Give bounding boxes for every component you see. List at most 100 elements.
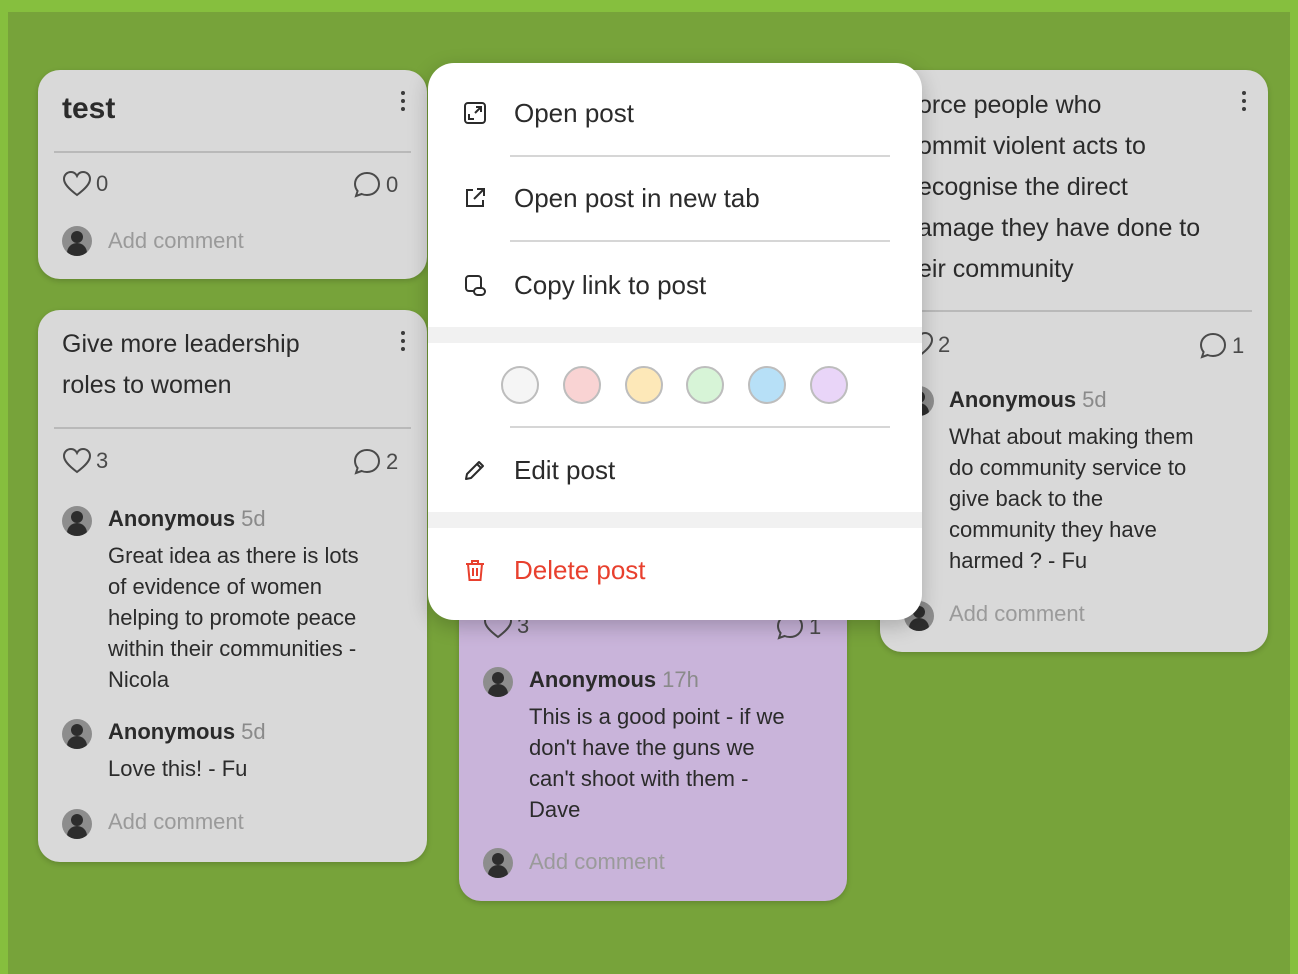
comment-line: community they have <box>949 517 1157 542</box>
post-title-line: ommit violent acts to <box>918 132 1146 160</box>
right-edge <box>1290 0 1298 974</box>
comment-author-name: Anonymous <box>529 667 657 692</box>
menu-divider <box>510 155 890 157</box>
delete-post-label: Delete post <box>514 554 646 585</box>
open-post-icon <box>460 98 490 128</box>
avatar-icon <box>62 226 92 256</box>
color-swatch-green[interactable] <box>686 366 724 404</box>
comment-icon <box>353 171 381 198</box>
trash-icon <box>460 555 490 585</box>
comment-line: What about making them <box>949 424 1194 449</box>
post-title: Give more leadership roles to women <box>62 324 300 406</box>
post-title-line: amage they have done to <box>918 214 1201 242</box>
comment-author: Anonymous 5d <box>108 719 266 745</box>
color-swatch-yellow[interactable] <box>625 366 663 404</box>
color-swatch-white[interactable] <box>501 366 539 404</box>
heart-icon <box>62 170 92 197</box>
comment-count: 0 <box>386 172 399 197</box>
comment-line: within their communities - <box>108 636 357 661</box>
like-count: 2 <box>938 332 951 357</box>
left-edge <box>0 0 8 974</box>
like-button[interactable]: 3 <box>62 447 108 475</box>
menu-section-gap <box>428 327 922 343</box>
post-title-line: roles to women <box>62 371 232 399</box>
comment-body: Love this! - Fu <box>108 753 247 784</box>
delete-post-menu-item[interactable]: Delete post <box>428 540 922 600</box>
comment-line: Nicola <box>108 667 170 692</box>
add-comment-input[interactable]: Add comment <box>108 228 244 254</box>
comment-author-name: Anonymous <box>108 506 236 531</box>
comment-count-button[interactable]: 1 <box>1198 331 1244 361</box>
kebab-icon[interactable] <box>1234 86 1254 116</box>
comment-count: 2 <box>386 449 399 474</box>
comment-author: Anonymous 17h <box>529 667 699 693</box>
avatar-icon <box>483 848 513 878</box>
pencil-icon <box>460 455 490 485</box>
comment-body: Great idea as there is lots of evidence … <box>108 540 359 695</box>
comment-author: Anonymous 5d <box>108 506 266 532</box>
avatar-icon <box>62 719 92 749</box>
copy-link-label: Copy link to post <box>514 269 707 300</box>
comment-count-button[interactable]: 2 <box>352 447 398 477</box>
divider <box>54 427 411 429</box>
color-swatch-red[interactable] <box>563 366 601 404</box>
comment-time: 17h <box>662 667 699 692</box>
external-link-icon <box>460 183 490 213</box>
menu-divider <box>510 240 890 242</box>
comment-time: 5d <box>241 719 266 744</box>
avatar-icon <box>483 667 513 697</box>
comment-author: Anonymous 5d <box>949 387 1107 413</box>
comment-author-name: Anonymous <box>949 387 1077 412</box>
kebab-icon[interactable] <box>393 86 413 116</box>
add-comment-input[interactable]: Add comment <box>529 849 665 875</box>
copy-link-icon <box>460 270 490 300</box>
comment-line: helping to promote peace <box>108 605 357 630</box>
post-title-line: orce people who <box>918 91 1102 119</box>
post-title: orce people who ommit violent acts to ec… <box>918 85 1200 290</box>
add-comment-input[interactable]: Add comment <box>108 809 244 835</box>
like-button[interactable]: 0 <box>62 170 108 198</box>
copy-link-menu-item[interactable]: Copy link to post <box>428 255 922 315</box>
avatar-icon <box>62 506 92 536</box>
open-new-tab-label: Open post in new tab <box>514 182 760 213</box>
open-post-menu-item[interactable]: Open post <box>428 83 922 143</box>
comment-icon <box>353 448 381 475</box>
comment-time: 5d <box>241 506 266 531</box>
comment-body: What about making them do community serv… <box>949 421 1194 576</box>
open-post-label: Open post <box>514 97 634 128</box>
kebab-icon[interactable] <box>393 326 413 356</box>
comment-line: Love this! - Fu <box>108 756 248 781</box>
post-title: test <box>62 92 116 125</box>
comment-count: 1 <box>1232 333 1245 358</box>
menu-section-gap <box>428 512 922 528</box>
color-swatch-purple[interactable] <box>810 366 848 404</box>
post-context-menu: Open post Open post in new tab Copy link… <box>428 63 922 620</box>
post-title-line: Give more leadership <box>62 330 300 358</box>
comment-line: don't have the guns we <box>529 735 755 760</box>
edit-post-menu-item[interactable]: Edit post <box>428 440 922 500</box>
comment-line: do community service to <box>949 455 1187 480</box>
edit-post-label: Edit post <box>514 454 616 485</box>
comment-line: can't shoot with them - <box>529 766 749 791</box>
post-card-test[interactable]: test 0 0 Add comment <box>38 70 427 279</box>
like-count: 0 <box>96 171 109 196</box>
comment-count-button[interactable]: 0 <box>352 170 398 200</box>
comment-line: harmed ? - Fu <box>949 548 1088 573</box>
comment-line: This is a good point - if we <box>529 704 785 729</box>
comment-author-name: Anonymous <box>108 719 236 744</box>
comment-body: This is a good point - if we don't have … <box>529 701 785 825</box>
add-comment-input[interactable]: Add comment <box>949 601 1085 627</box>
post-card-violent-acts[interactable]: orce people who ommit violent acts to ec… <box>880 70 1268 652</box>
comment-time: 5d <box>1082 387 1107 412</box>
divider <box>54 151 411 153</box>
post-title-line: eir community <box>918 255 1074 283</box>
post-card-leadership[interactable]: Give more leadership roles to women 3 2 … <box>38 310 427 862</box>
color-swatch-blue[interactable] <box>748 366 786 404</box>
comment-line: Dave <box>529 797 581 822</box>
comment-line: give back to the <box>949 486 1104 511</box>
comment-line: Great idea as there is lots <box>108 543 359 568</box>
comment-icon <box>1199 332 1227 359</box>
post-title-line: ecognise the direct <box>918 173 1128 201</box>
open-new-tab-menu-item[interactable]: Open post in new tab <box>428 168 922 228</box>
comment-line: of evidence of women <box>108 574 323 599</box>
